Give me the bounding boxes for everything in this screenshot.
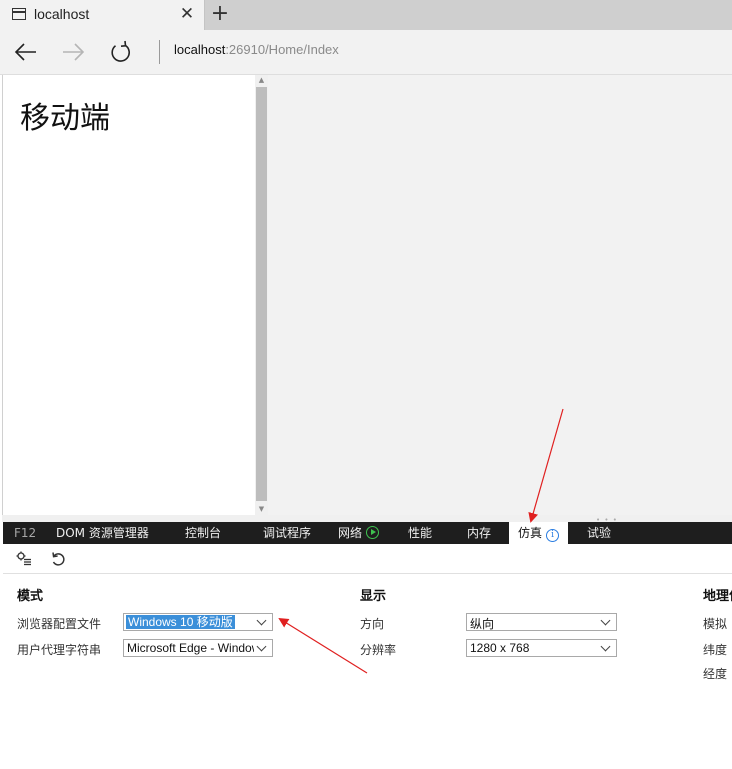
resolution-label: 分辨率 [360,643,397,657]
navigation-bar: localhost:26910/Home/Index [0,30,732,75]
user-agent-value: Microsoft Edge - Windows [127,641,267,655]
chevron-down-icon [598,614,614,630]
play-icon [366,526,380,539]
refresh-button[interactable] [106,38,136,66]
address-separator [159,40,160,64]
tab-console[interactable]: 控制台 [185,522,221,544]
user-agent-label: 用户代理字符串 [17,643,102,657]
orientation-select[interactable]: 纵向 [466,613,617,631]
scroll-down-icon[interactable]: ▼ [255,504,268,515]
devtools-tab-bar: F12 DOM 资源管理器 控制台 调试程序 网络 性能 内存 仿真 i 试验 [3,522,732,544]
devtools-toolbar [3,544,732,574]
tab-emulation[interactable]: 仿真 i [509,522,569,544]
simulate-label: 模拟 [703,617,728,631]
emulation-panel: 模式 浏览器配置文件 Windows 10 移动版 用户代理字符串 Micros… [3,575,732,769]
browser-tab[interactable]: localhost ✕ [0,0,205,30]
scroll-up-icon[interactable]: ▲ [255,75,268,86]
reset-button[interactable] [49,550,67,568]
address-host: localhost [174,42,226,57]
orientation-label: 方向 [360,617,385,631]
tab-performance[interactable]: 性能 [408,522,432,544]
geolocation-section: 地理位置 模拟 纬度 经度 [703,575,732,769]
tab-strip: localhost ✕ + [0,0,732,30]
tab-title: localhost [34,6,90,22]
orientation-value: 纵向 [470,617,495,631]
mode-title: 模式 [17,589,44,604]
devtools-splitter[interactable]: • • • [2,515,732,524]
address-bar[interactable]: localhost:26910/Home/Index [174,42,339,57]
undo-icon [52,552,65,566]
browser-profile-label: 浏览器配置文件 [17,617,102,631]
back-button[interactable] [11,38,41,66]
emulation-background [268,75,732,515]
browser-profile-value: Windows 10 移动版 [126,615,235,629]
persist-emulation-button[interactable] [15,550,33,568]
display-title: 显示 [360,589,387,604]
browser-window: localhost ✕ + localhost:26910/Home/Index… [0,0,732,769]
forward-button[interactable] [58,38,88,66]
tab-memory[interactable]: 内存 [467,522,491,544]
refresh-icon [111,40,130,62]
close-tab-icon[interactable]: ✕ [178,4,196,24]
info-icon: i [546,529,560,542]
tab-network-label: 网络 [338,526,363,540]
scrollbar-thumb[interactable] [256,87,267,501]
tab-dom-explorer[interactable]: DOM 资源管理器 [56,522,149,544]
tab-debugger[interactable]: 调试程序 [263,522,311,544]
latitude-label: 纬度 [703,643,728,657]
page-icon [12,8,26,20]
geolocation-title: 地理位置 [703,589,732,604]
tab-experiments[interactable]: 试验 [587,522,611,544]
chevron-down-icon [254,614,270,630]
arrow-left-icon [14,43,36,61]
settings-list-icon [16,551,31,566]
f12-label: F12 [14,526,37,540]
resolution-value: 1280 x 768 [470,641,530,655]
arrow-right-icon [63,43,85,61]
browser-profile-select[interactable]: Windows 10 移动版 [123,613,273,631]
new-tab-icon[interactable]: + [209,3,231,25]
page-heading: 移动端 [20,101,110,136]
address-path: :26910/Home/Index [225,42,339,57]
chevron-down-icon [598,640,614,656]
page-viewport: 移动端 [2,75,255,515]
tab-emulation-label: 仿真 [518,526,543,540]
vertical-scrollbar[interactable]: ▲ ▼ [255,75,268,515]
longitude-label: 经度 [703,667,728,681]
chevron-down-icon [254,640,270,656]
tab-network[interactable]: 网络 [338,522,380,544]
user-agent-select[interactable]: Microsoft Edge - Windows [123,639,273,657]
resolution-select[interactable]: 1280 x 768 [466,639,617,657]
